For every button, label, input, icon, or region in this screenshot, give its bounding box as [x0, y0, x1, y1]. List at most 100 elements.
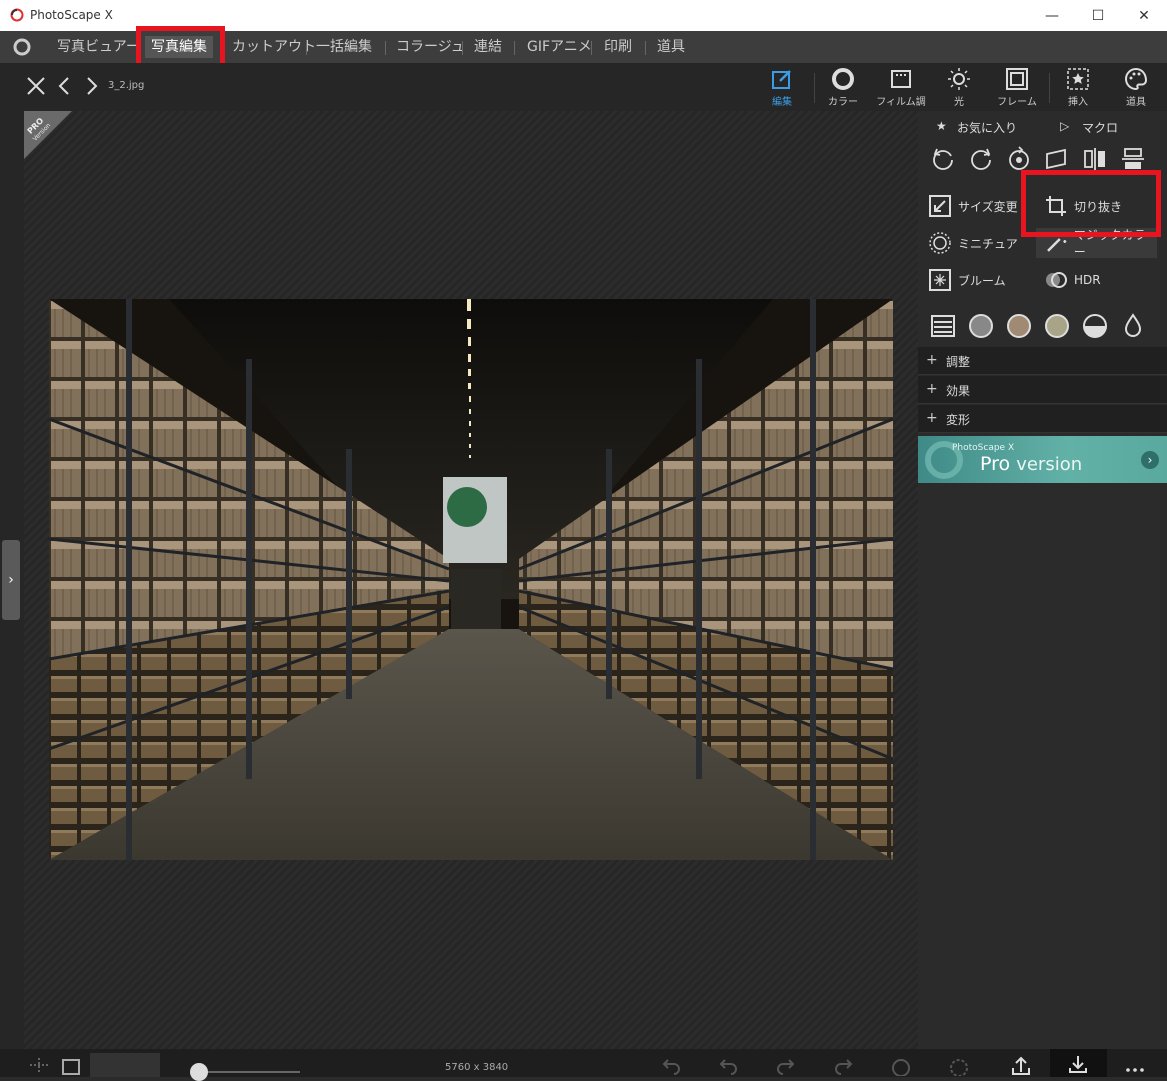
save-button[interactable] — [1050, 1049, 1107, 1077]
pro-version-ribbon[interactable]: PRO Version — [24, 111, 72, 159]
pro-banner-app-name: PhotoScape X — [952, 443, 1015, 453]
menu-separator — [385, 41, 386, 55]
zoom-slider-thumb[interactable] — [190, 1063, 208, 1081]
fit-frame-icon[interactable] — [60, 1054, 82, 1076]
expand-panel-handle[interactable]: › — [2, 540, 20, 620]
menu-separator — [591, 41, 592, 55]
filter-presets-row — [918, 311, 1167, 341]
menu-batch-edit[interactable]: 一括編集 — [310, 36, 378, 58]
grid-dots-icon[interactable] — [28, 1054, 50, 1076]
tool-light[interactable]: 光 — [930, 67, 988, 108]
maximize-button[interactable]: ☐ — [1075, 0, 1121, 31]
palette-icon — [1125, 67, 1148, 91]
section-effects-label: 効果 — [946, 384, 971, 398]
pro-version-banner[interactable]: PhotoScape X Pro version › — [918, 436, 1167, 483]
compare-icon[interactable] — [890, 1054, 912, 1076]
miniature-icon — [929, 232, 951, 254]
filter-preset-3-icon[interactable] — [1042, 311, 1072, 341]
section-effects[interactable]: + 効果 — [918, 376, 1167, 404]
tool-edit[interactable]: 編集 — [753, 67, 811, 108]
highlight-box-crop — [1021, 170, 1161, 237]
macro-button[interactable]: マクロ — [1082, 119, 1118, 136]
zoom-slider[interactable] — [200, 1071, 300, 1073]
plus-icon: + — [926, 352, 938, 368]
filter-preset-4-icon[interactable] — [1080, 311, 1110, 341]
bottom-bar: 5760 x 3840 — [0, 1049, 1167, 1081]
section-transform[interactable]: + 変形 — [918, 405, 1167, 433]
undo-icon[interactable] — [717, 1054, 739, 1076]
menu-gif-animation[interactable]: GIFアニメ — [521, 36, 598, 58]
favorites-macro-row: ★ お気に入り ▷ マクロ — [918, 115, 1167, 139]
filter-preset-2-icon[interactable] — [1004, 311, 1034, 341]
play-icon: ▷ — [1060, 119, 1070, 133]
section-adjust[interactable]: + 調整 — [918, 347, 1167, 375]
redo-all-icon[interactable] — [833, 1054, 855, 1076]
tool-color[interactable]: カラー — [814, 67, 872, 108]
pro-banner-title: Pro version — [980, 453, 1082, 475]
tool-frame-label: フレーム — [997, 97, 1037, 108]
menu-tools[interactable]: 道具 — [651, 36, 691, 58]
photo-canvas: PRO Version — [24, 111, 918, 1049]
hdr-button[interactable]: HDR — [1044, 265, 1101, 295]
hdr-icon — [1046, 272, 1067, 288]
next-arrow-icon[interactable] — [80, 75, 102, 97]
more-options-icon[interactable] — [1124, 1054, 1146, 1076]
editor-toolbar: 3_2.jpg 編集 カラー フィルム調 光 フレーム 挿入 道具 — [0, 63, 1167, 111]
zoom-box[interactable] — [90, 1053, 160, 1077]
insert-star-icon — [1067, 68, 1089, 90]
hdr-label: HDR — [1074, 273, 1101, 287]
plus-icon: + — [926, 410, 938, 426]
minimize-button[interactable]: — — [1029, 0, 1075, 31]
tool-tools-label: 道具 — [1126, 97, 1146, 108]
redo-icon[interactable] — [775, 1054, 797, 1076]
tool-edit-label: 編集 — [772, 97, 792, 108]
light-sun-icon — [948, 68, 970, 90]
file-name: 3_2.jpg — [108, 80, 145, 91]
menu-photo-viewer[interactable]: 写真ビュアー — [51, 36, 146, 58]
tool-tools[interactable]: 道具 — [1107, 67, 1165, 108]
close-window-button[interactable]: ✕ — [1121, 0, 1167, 31]
resize-button[interactable]: サイズ変更 — [928, 191, 1018, 221]
tool-insert-label: 挿入 — [1068, 97, 1088, 108]
filter-preset-1-icon[interactable] — [966, 311, 996, 341]
menu-list-icon[interactable] — [928, 311, 958, 341]
favorites-button[interactable]: お気に入り — [957, 119, 1017, 136]
edit-icon — [772, 70, 791, 89]
home-logo-icon[interactable] — [12, 37, 32, 57]
resize-icon — [929, 195, 951, 217]
share-upload-icon[interactable] — [1010, 1054, 1032, 1076]
tool-frame[interactable]: フレーム — [988, 67, 1046, 108]
bloom-button[interactable]: ブルーム — [928, 265, 1006, 295]
plus-icon: + — [926, 381, 938, 397]
edit-sidebar: ★ お気に入り ▷ マクロ サイズ変更 切り抜き ミニチュア マジックカラー ブ… — [918, 111, 1167, 1049]
menu-separator — [514, 41, 515, 55]
app-logo-icon — [10, 8, 24, 22]
menu-print[interactable]: 印刷 — [598, 36, 638, 58]
miniature-button[interactable]: ミニチュア — [928, 228, 1018, 258]
tool-film[interactable]: フィルム調 — [872, 67, 930, 108]
menu-combine[interactable]: 連結 — [468, 36, 508, 58]
tool-insert[interactable]: 挿入 — [1049, 67, 1107, 108]
menu-separator — [645, 41, 646, 55]
menu-separator — [306, 41, 307, 55]
undo-all-icon[interactable] — [660, 1054, 682, 1076]
warehouse-photo-image — [49, 299, 893, 860]
image-size-text: 5760 x 3840 — [445, 1062, 509, 1073]
previous-arrow-icon[interactable] — [54, 75, 76, 97]
drop-icon[interactable] — [1118, 311, 1148, 341]
film-icon — [891, 70, 911, 88]
close-icon[interactable] — [25, 75, 47, 97]
tool-film-label: フィルム調 — [876, 97, 926, 108]
chevron-right-icon: › — [1141, 451, 1159, 469]
resize-label: サイズ変更 — [958, 199, 1018, 214]
menu-collage[interactable]: コラージュ — [390, 36, 471, 58]
bloom-icon — [929, 269, 951, 291]
star-icon: ★ — [936, 119, 947, 133]
color-circle-icon — [832, 68, 854, 90]
rotate-right-icon[interactable] — [966, 144, 996, 174]
menu-cutout[interactable]: カットアウト — [226, 36, 322, 58]
rotate-left-icon[interactable] — [928, 144, 958, 174]
frame-icon — [1006, 68, 1028, 90]
tool-color-label: カラー — [828, 97, 858, 108]
revert-icon[interactable] — [948, 1054, 970, 1076]
